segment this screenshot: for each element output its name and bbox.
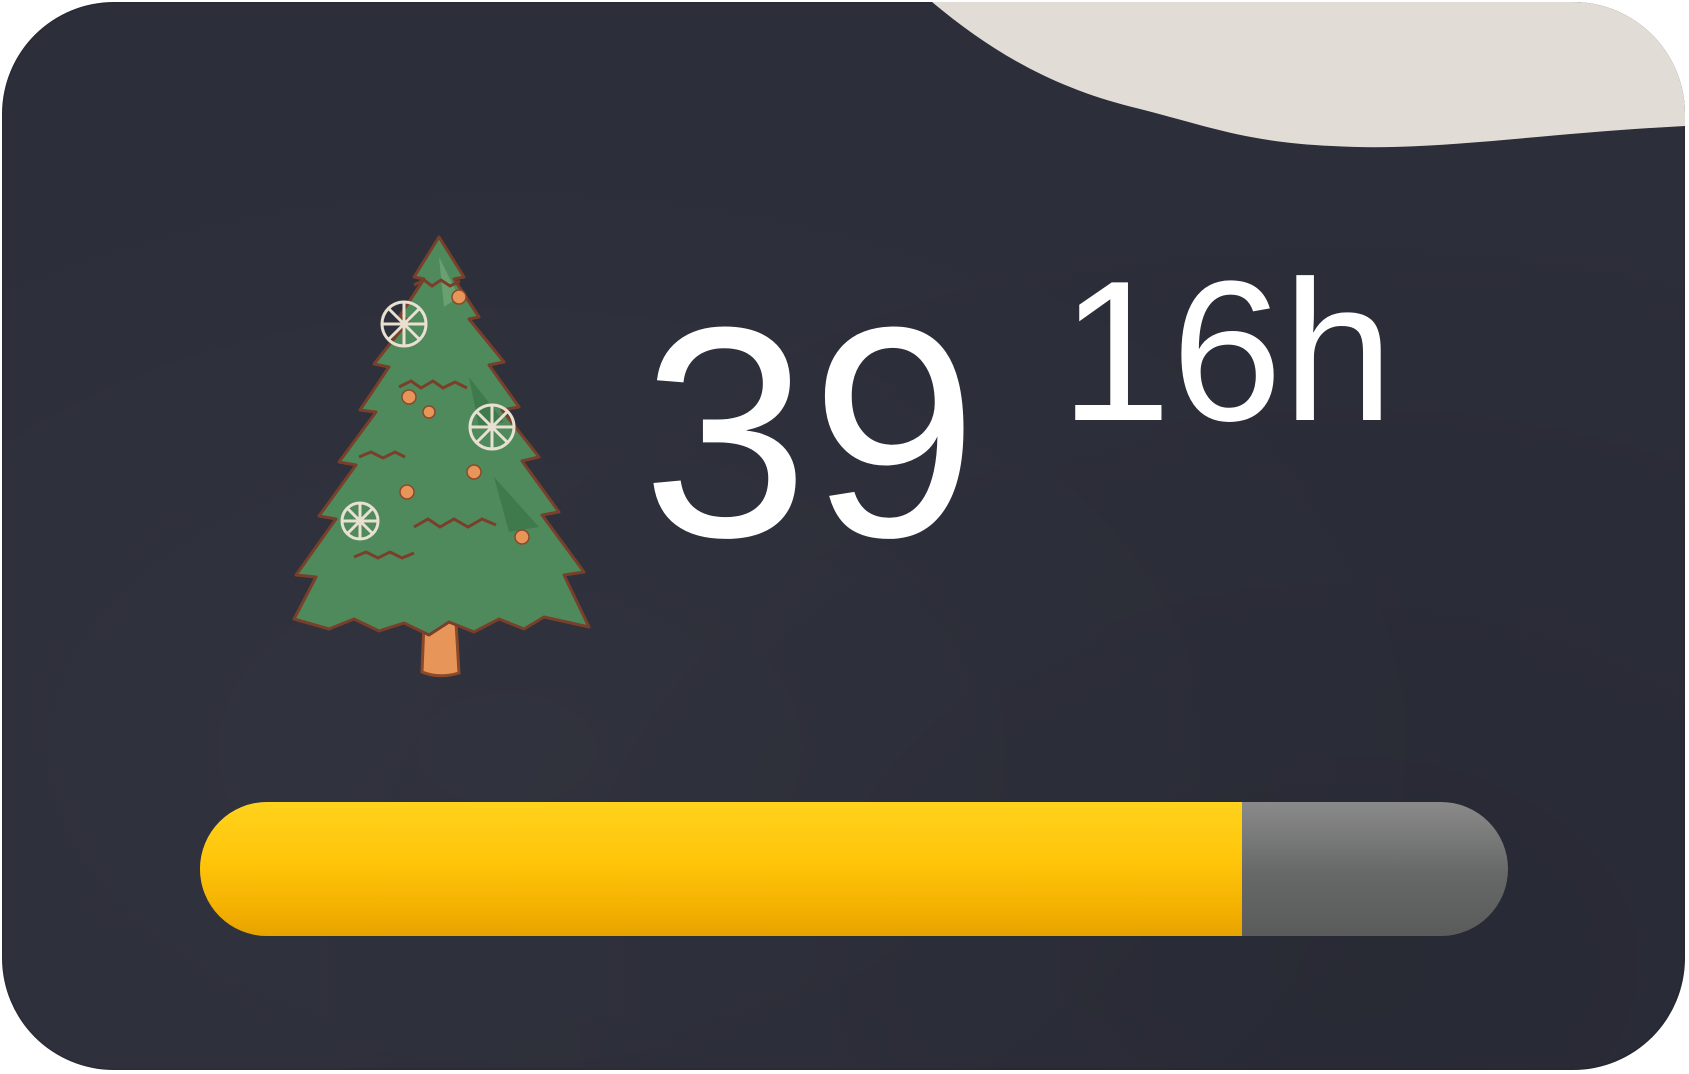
progress-bar — [200, 802, 1508, 936]
days-remaining: 39 — [642, 264, 980, 600]
snow-hill-decoration — [932, 2, 1685, 148]
countdown-widget: 39 16h — [2, 2, 1685, 1070]
christmas-tree-icon — [292, 235, 591, 678]
progress-fill — [200, 802, 1243, 936]
hours-remaining: 16h — [1060, 240, 1394, 463]
